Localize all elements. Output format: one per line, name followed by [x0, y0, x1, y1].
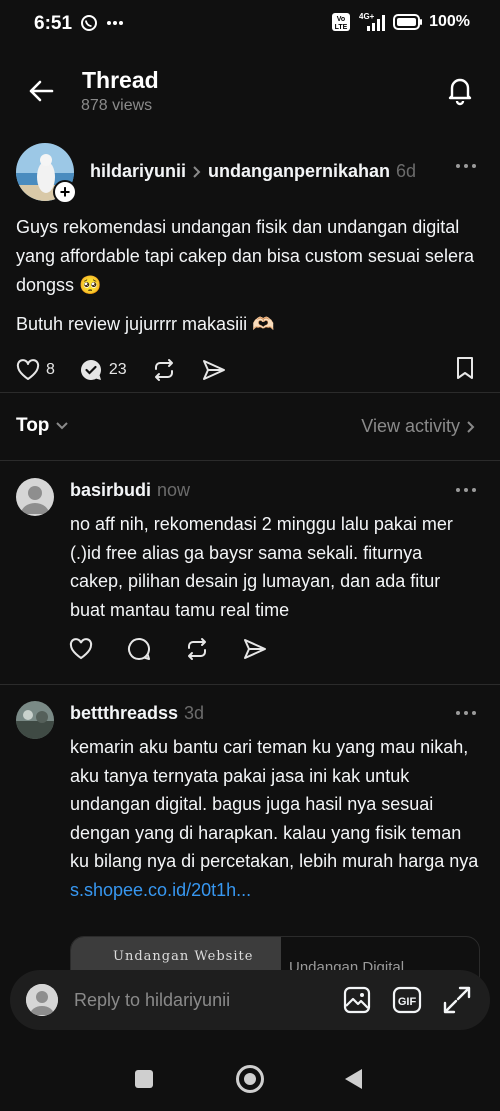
more-dots-icon	[107, 21, 123, 25]
repost-icon[interactable]	[184, 636, 210, 662]
user-avatar	[26, 984, 58, 1016]
post-time: 6d	[396, 161, 417, 181]
view-activity-label: View activity	[361, 416, 460, 436]
reply-item: basirbudi now no aff nih, rekomendasi 2 …	[0, 478, 500, 678]
thumbnail-text: Undangan Website	[113, 949, 254, 964]
status-right: Vo LTE 4G+ 100%	[331, 12, 470, 32]
like-count: 8	[46, 361, 55, 378]
chevron-right-icon	[467, 420, 475, 433]
signal-icon: 4G+	[359, 12, 386, 31]
like-button[interactable]: 8	[16, 359, 55, 381]
thread-header: Thread 878 views	[0, 60, 500, 120]
image-icon[interactable]	[342, 985, 372, 1015]
sort-dropdown[interactable]: Top	[16, 415, 69, 437]
post-topic[interactable]: undanganpernikahan	[208, 161, 390, 182]
bookmark-icon[interactable]	[454, 355, 476, 381]
page-title: Thread	[82, 67, 159, 93]
reply-button[interactable]: 23	[79, 358, 127, 382]
volte-icon: VoLTE	[332, 13, 351, 31]
reply-author[interactable]: basirbudi	[70, 480, 151, 501]
share-button[interactable]	[201, 358, 227, 382]
reply-meta: basirbudi now	[70, 480, 190, 501]
reply-composer: GIF	[10, 970, 490, 1030]
post-author[interactable]: hildariyunii	[90, 161, 186, 182]
divider	[0, 460, 500, 461]
reply-more-icon[interactable]	[456, 486, 478, 494]
system-nav-bar	[0, 1050, 500, 1111]
bell-icon[interactable]	[444, 74, 476, 106]
reply-time: now	[157, 480, 191, 500]
reply-count: 23	[108, 361, 127, 378]
follow-plus-button[interactable]: +	[53, 180, 77, 204]
status-notification-icons	[80, 14, 124, 32]
svg-text:4G+: 4G+	[359, 12, 375, 21]
post-body: Guys rekomendasi undangan fisik dan unda…	[16, 217, 474, 295]
sort-label: Top	[16, 415, 50, 436]
sort-row: Top View activity	[16, 413, 476, 443]
post-body-second: Butuh review jujurrrr makasiii 🫶🏻	[16, 314, 275, 334]
expand-icon[interactable]	[442, 985, 472, 1015]
reply-input[interactable]	[74, 988, 324, 1012]
reply-text-body: kemarin aku bantu cari teman ku yang mau…	[70, 737, 479, 871]
views-count: 878 views	[81, 97, 153, 114]
reply-author[interactable]: bettthreadss	[70, 703, 178, 724]
reply-avatar[interactable]	[16, 701, 54, 739]
whatsapp-icon	[81, 15, 97, 31]
gif-icon[interactable]: GIF	[392, 985, 422, 1015]
reply-text: kemarin aku bantu cari teman ku yang mau…	[70, 733, 480, 904]
svg-text:Vo: Vo	[337, 16, 345, 23]
battery-icon	[393, 14, 423, 30]
recents-icon[interactable]	[135, 1070, 153, 1088]
post-actions: 8 23	[16, 355, 251, 385]
nav-back-icon[interactable]	[345, 1069, 362, 1089]
status-bar: 6:51 Vo LTE 4G+ 100%	[0, 0, 500, 48]
reply-time: 3d	[184, 703, 205, 723]
reply-avatar[interactable]	[16, 478, 54, 516]
back-arrow-icon[interactable]	[26, 76, 56, 106]
comment-icon[interactable]	[126, 636, 152, 662]
composer-tools: GIF	[342, 985, 472, 1015]
reply-text: no aff nih, rekomendasi 2 minggu lalu pa…	[70, 514, 453, 620]
heart-icon[interactable]	[68, 636, 94, 662]
reply-more-icon[interactable]	[456, 709, 478, 717]
battery-percent: 100%	[429, 13, 470, 30]
send-icon	[202, 360, 225, 380]
view-activity-link[interactable]: View activity	[361, 416, 476, 437]
status-time: 6:51	[34, 13, 73, 34]
divider	[0, 684, 500, 685]
gif-label: GIF	[398, 996, 417, 1008]
chevron-right-icon	[193, 165, 201, 178]
reply-link[interactable]: s.shopee.co.id/20t1h...	[70, 880, 251, 900]
send-icon[interactable]	[242, 636, 268, 662]
heart-icon	[16, 359, 40, 380]
repost-icon	[154, 359, 173, 381]
repost-button[interactable]	[151, 358, 177, 382]
reply-check-icon	[80, 360, 101, 380]
post-more-icon[interactable]	[456, 162, 478, 170]
reply-actions	[68, 636, 268, 662]
reply-meta: bettthreadss 3d	[70, 703, 204, 724]
divider	[0, 392, 500, 393]
home-icon[interactable]	[236, 1065, 264, 1093]
svg-text:LTE: LTE	[335, 24, 348, 31]
post-meta: hildariyunii undanganpernikahan 6d	[90, 161, 416, 182]
chevron-down-icon	[56, 422, 69, 430]
